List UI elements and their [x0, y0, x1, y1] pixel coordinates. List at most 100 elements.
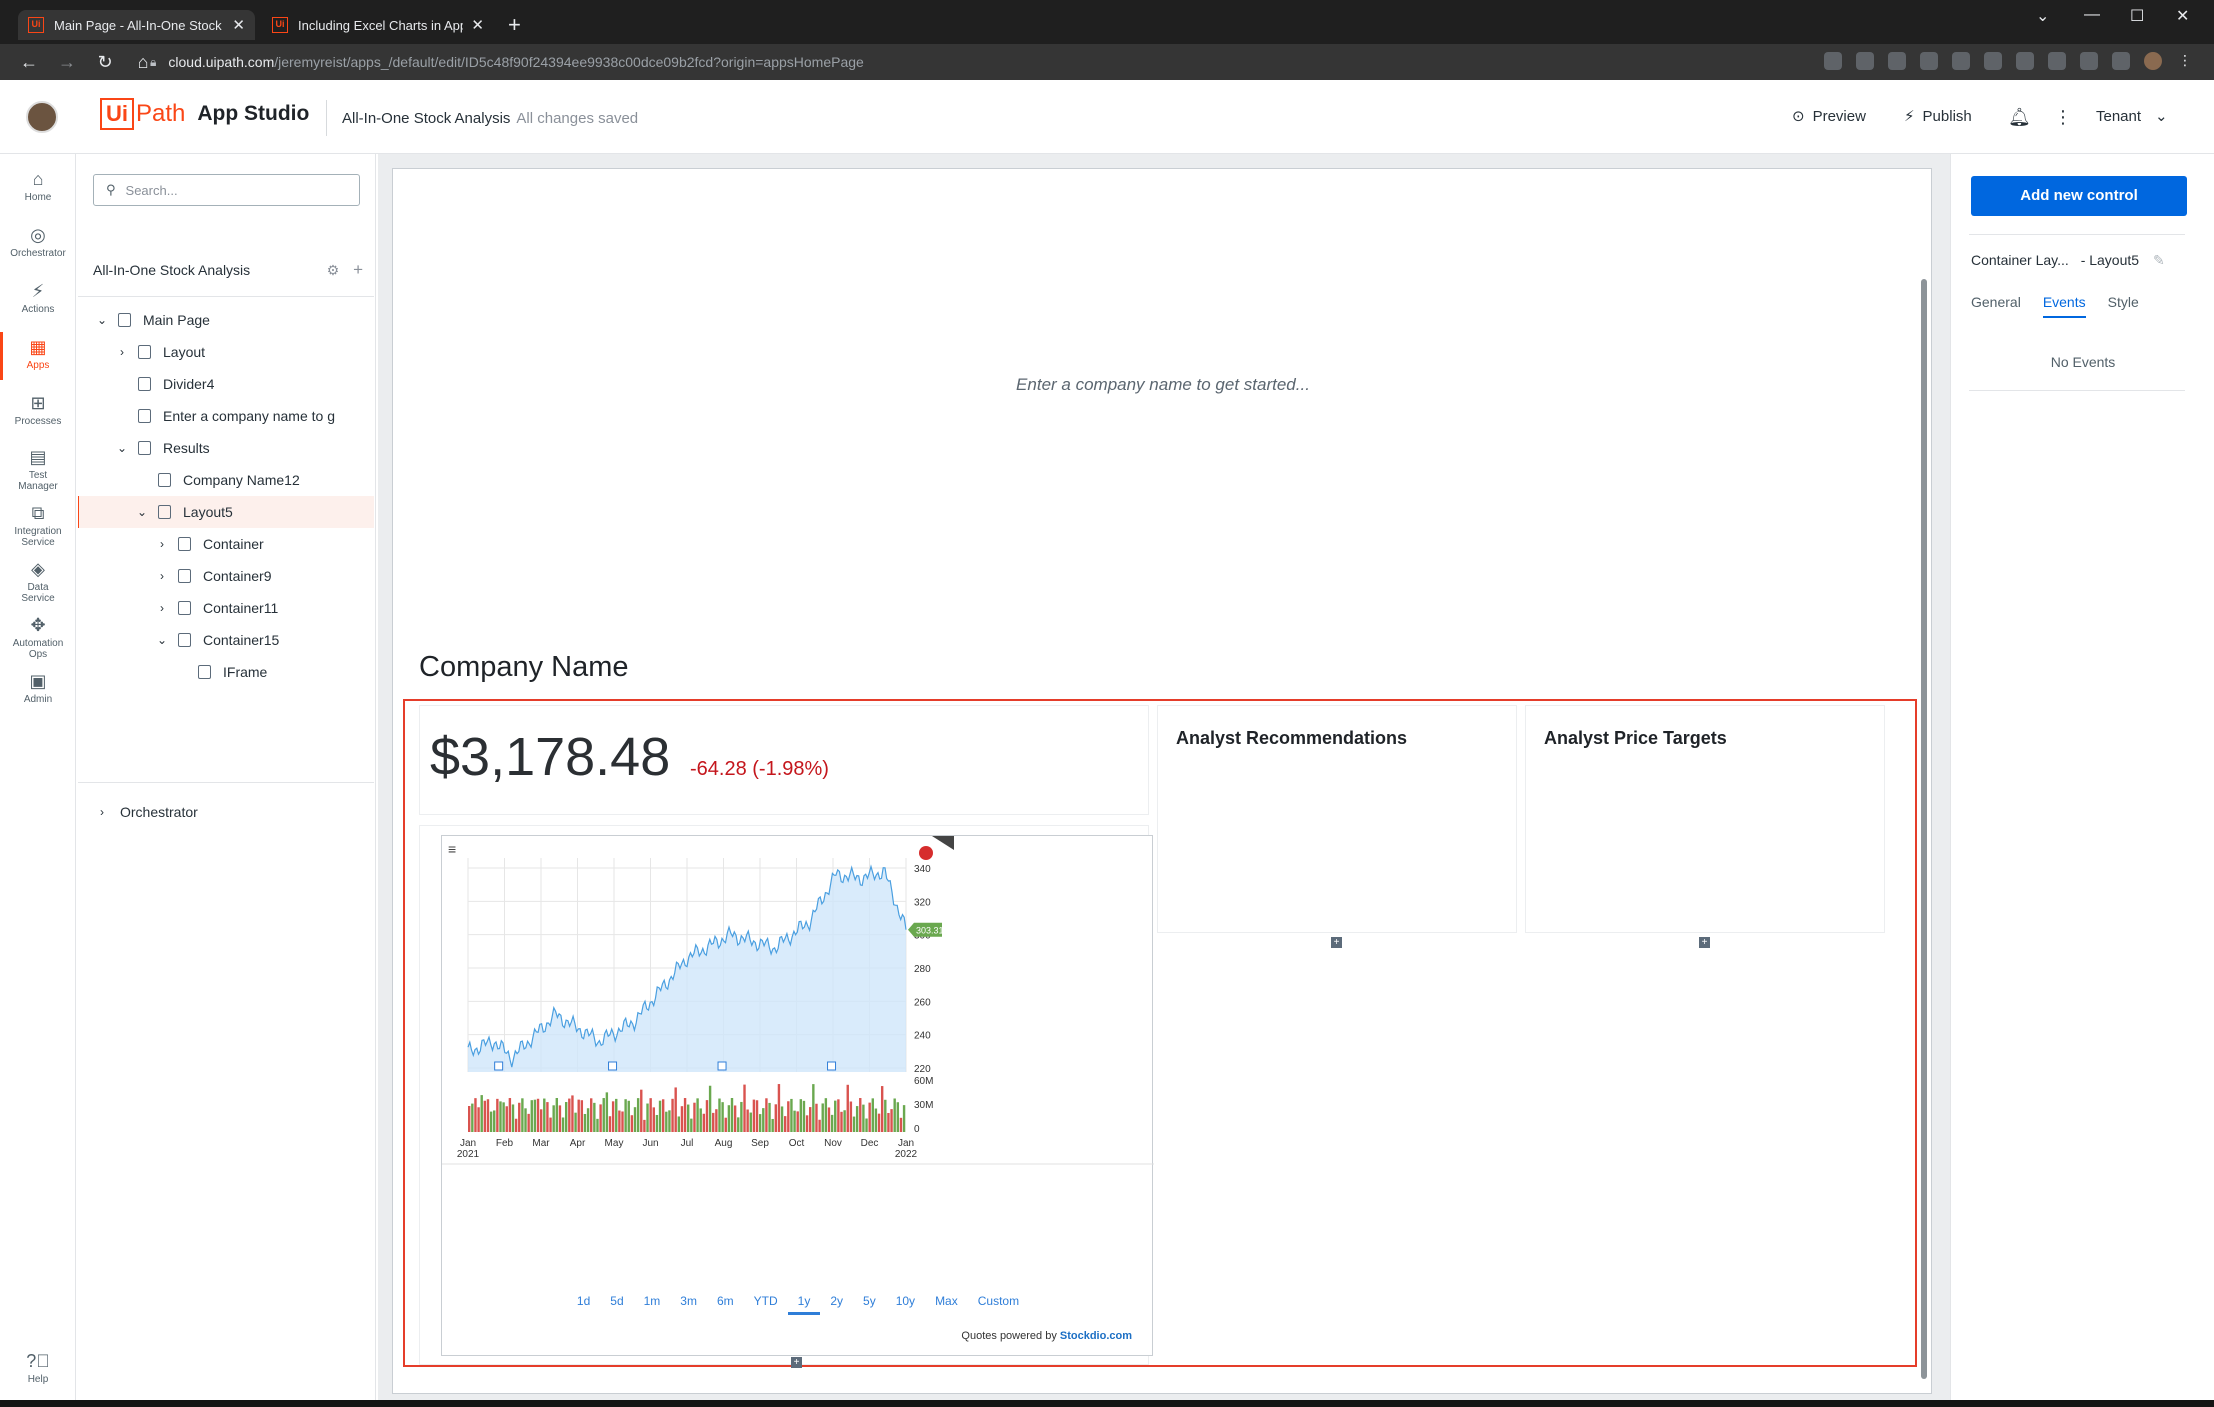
extension-icon[interactable] [2080, 52, 2098, 70]
close-tab-icon[interactable]: ✕ [232, 16, 245, 34]
add-new-control-button[interactable]: Add new control [1971, 176, 2187, 216]
stockdio-link[interactable]: Stockdio.com [1060, 1330, 1132, 1342]
tree-node-main-page[interactable]: ⌄ Main Page [78, 304, 374, 336]
tree-node-iframe[interactable]: IFrame [78, 656, 374, 688]
chevron-right-icon[interactable]: › [94, 805, 110, 819]
page-preview[interactable]: Enter a company name to get started... C… [392, 168, 1932, 1394]
tree-node-divider4[interactable]: Divider4 [78, 368, 374, 400]
nav-data-service[interactable]: ◈ Data Service [0, 558, 76, 604]
tree-node-company-name12[interactable]: Company Name12 [78, 464, 374, 496]
settings-gear-icon[interactable]: ⚙ [327, 262, 340, 278]
tree-node-orchestrator[interactable]: › Orchestrator [78, 796, 374, 828]
extension-icon[interactable] [1952, 52, 1970, 70]
tree-node-container15[interactable]: ⌄ Container15 [78, 624, 374, 656]
tab-style[interactable]: Style [2108, 294, 2139, 318]
tree-node-layout[interactable]: › Layout [78, 336, 374, 368]
tree-node-text[interactable]: Enter a company name to g [78, 400, 374, 432]
extension-icon[interactable] [2016, 52, 2034, 70]
puzzle-icon[interactable] [2112, 52, 2130, 70]
volume-bar [527, 1113, 530, 1132]
stock-chart-iframe[interactable]: ≡340320300280260240220303.3160M30M0Jan20… [441, 835, 1154, 1356]
range-3m[interactable]: 3m [670, 1294, 707, 1315]
range-6m[interactable]: 6m [707, 1294, 744, 1315]
reload-icon[interactable]: ↻ [96, 52, 114, 73]
tab-events[interactable]: Events [2042, 294, 2086, 318]
back-icon[interactable]: ← [20, 52, 38, 73]
tree-search-input[interactable]: ⚲ Search... [93, 174, 360, 206]
chevron-right-icon[interactable]: › [154, 601, 170, 615]
chevron-down-icon[interactable]: ⌄ [94, 313, 110, 327]
user-avatar[interactable] [26, 101, 58, 133]
nav-integration-service[interactable]: ⧉ Integration Service [0, 502, 76, 548]
month-label: Dec [861, 1138, 879, 1149]
nav-processes[interactable]: ⊞ Processes [0, 392, 76, 427]
chevron-right-icon[interactable]: › [114, 345, 130, 359]
new-tab-icon[interactable]: + [508, 14, 521, 36]
nav-orchestrator[interactable]: ◎ Orchestrator [0, 224, 76, 259]
canvas-scrollbar[interactable] [1921, 279, 1927, 1379]
nav-home[interactable]: ⌂ Home [0, 168, 76, 203]
nav-apps[interactable]: ▦ Apps [0, 332, 76, 380]
browser-tab-main-page[interactable]: Ui Main Page - All-In-One Stock Analysis… [18, 10, 255, 40]
share-icon[interactable] [1824, 52, 1842, 70]
dividend-marker [717, 1061, 727, 1071]
chevron-right-icon[interactable]: › [154, 569, 170, 583]
chevron-right-icon[interactable]: › [154, 537, 170, 551]
chevron-down-icon[interactable]: ⌄ [114, 441, 130, 455]
range-1d[interactable]: 1d [567, 1294, 600, 1315]
range-custom[interactable]: Custom [968, 1294, 1029, 1315]
nav-test-manager[interactable]: ▤ Test Manager [0, 446, 76, 492]
tree-node-container[interactable]: › Container [78, 528, 374, 560]
preview-button[interactable]: ⊙ Preview [1792, 107, 1866, 126]
bookmark-star-icon[interactable] [1856, 52, 1874, 70]
extension-icon[interactable] [1920, 52, 1938, 70]
extension-icon[interactable] [1888, 52, 1906, 70]
publish-button[interactable]: ⚡︎ Publish [1904, 107, 1972, 126]
edit-pencil-icon[interactable]: ✎ [2153, 252, 2165, 268]
range-5y[interactable]: 5y [853, 1294, 886, 1315]
extension-icon[interactable] [2048, 52, 2066, 70]
chevron-down-icon[interactable]: ⌄ [134, 505, 150, 519]
range-1m[interactable]: 1m [634, 1294, 671, 1315]
forward-icon[interactable]: → [58, 52, 76, 73]
layout5-selected-container[interactable]: $3,178.48 -64.28 (-1.98%) Analyst Recomm… [403, 699, 1917, 1368]
nav-automation-ops[interactable]: ✥ Automation Ops [0, 614, 76, 660]
price-targets-card[interactable]: Analyst Price Targets [1525, 705, 1885, 933]
close-tab-icon[interactable]: ✕ [471, 16, 484, 34]
nav-admin[interactable]: ▣ Admin [0, 670, 76, 705]
chevron-down-icon[interactable]: ⌄ [154, 633, 170, 647]
notifications-bell-icon[interactable]: 🔔︎ [2008, 107, 2031, 128]
uipath-logo[interactable]: Ui Path App Studio [100, 98, 309, 130]
minimize-icon[interactable]: — [2084, 6, 2100, 24]
tree-node-layout5[interactable]: ⌄ Layout5 [78, 496, 374, 528]
tab-search-icon[interactable]: ⌄ [2036, 6, 2049, 26]
menu-kebab-icon[interactable]: ⋮ [2176, 52, 2194, 70]
add-control-icon[interactable]: + [1699, 937, 1710, 948]
range-ytd[interactable]: YTD [744, 1294, 788, 1315]
extension-icon[interactable] [1984, 52, 2002, 70]
recommendations-card[interactable]: Analyst Recommendations [1157, 705, 1517, 933]
nav-actions[interactable]: ⚡︎ Actions [0, 280, 76, 315]
profile-avatar-icon[interactable] [2144, 52, 2162, 70]
range-10y[interactable]: 10y [886, 1294, 925, 1315]
price-card[interactable]: $3,178.48 -64.28 (-1.98%) [419, 705, 1149, 815]
url-field[interactable]: 🔒︎ cloud.uipath.com/jeremyreist/apps_/de… [150, 48, 1850, 76]
add-icon[interactable]: + [353, 260, 363, 279]
browser-chrome: Ui Main Page - All-In-One Stock Analysis… [0, 0, 2214, 80]
maximize-icon[interactable]: ☐ [2130, 6, 2144, 26]
add-control-icon[interactable]: + [1331, 937, 1342, 948]
range-2y[interactable]: 2y [820, 1294, 853, 1315]
range-5d[interactable]: 5d [600, 1294, 633, 1315]
tree-node-container11[interactable]: › Container11 [78, 592, 374, 624]
range-max[interactable]: Max [925, 1294, 968, 1315]
tree-node-container9[interactable]: › Container9 [78, 560, 374, 592]
browser-tab-excel-charts[interactable]: Ui Including Excel Charts in Apps ✕ [262, 10, 494, 40]
nav-help[interactable]: ?⃝ Help [0, 1350, 76, 1385]
tab-general[interactable]: General [1971, 294, 2021, 318]
more-options-icon[interactable]: ⋮ [2054, 107, 2072, 128]
tree-node-results[interactable]: ⌄ Results [78, 432, 374, 464]
tenant-dropdown[interactable]: Tenant ⌄ [2096, 107, 2168, 126]
add-control-icon[interactable]: + [791, 1357, 802, 1368]
range-1y[interactable]: 1y [787, 1294, 821, 1315]
close-window-icon[interactable]: ✕ [2176, 6, 2189, 26]
